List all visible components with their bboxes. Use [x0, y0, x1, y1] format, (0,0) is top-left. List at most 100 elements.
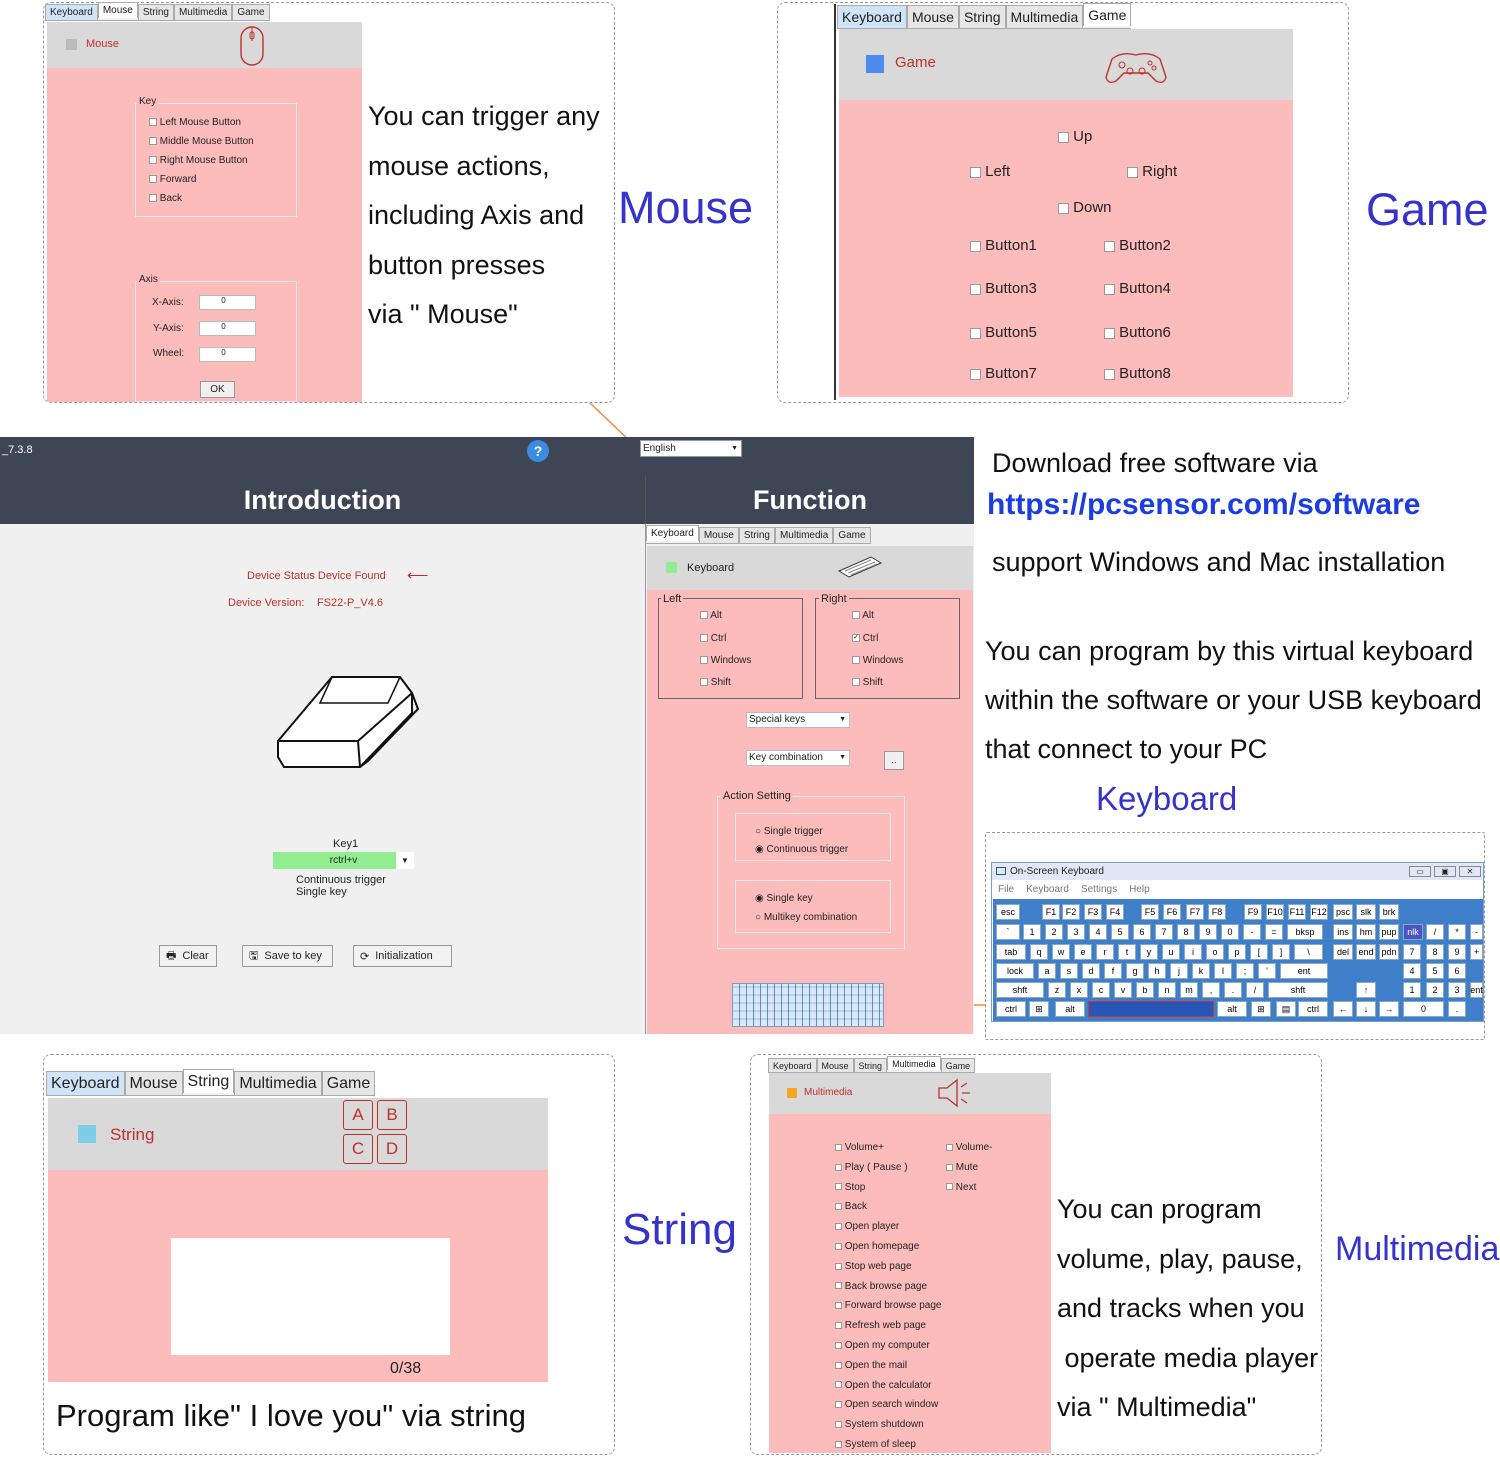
osk-key[interactable]: 5: [1426, 963, 1444, 979]
osk-key[interactable]: ;: [1236, 963, 1254, 979]
multimedia-option[interactable]: Open search window: [835, 1399, 938, 1410]
multikey-combination-radio[interactable]: ○ Multikey combination: [755, 912, 857, 923]
osk-key[interactable]: 1: [1403, 982, 1421, 998]
menu-keyboard[interactable]: Keyboard: [1026, 884, 1069, 895]
single-trigger-radio[interactable]: ○ Single trigger: [755, 826, 823, 837]
osk-key[interactable]: /: [1246, 982, 1264, 998]
tab-multimedia[interactable]: Multimedia: [774, 527, 834, 543]
left-alt-checkbox[interactable]: Alt: [700, 610, 722, 621]
osk-key[interactable]: 3: [1067, 924, 1085, 940]
osk-key[interactable]: brk: [1379, 904, 1399, 920]
osk-key[interactable]: 8: [1426, 944, 1444, 960]
osk-key[interactable]: =: [1265, 924, 1283, 940]
single-key-radio[interactable]: ◉ Single key: [755, 893, 813, 904]
osk-key[interactable]: w: [1052, 944, 1070, 960]
osk-key[interactable]: F9: [1244, 904, 1262, 920]
maximize-button[interactable]: ▣: [1434, 866, 1456, 877]
osk-key[interactable]: hm: [1356, 924, 1376, 940]
osk-key[interactable]: F3: [1084, 904, 1102, 920]
multimedia-option[interactable]: Volume+: [835, 1142, 884, 1153]
multimedia-option[interactable]: System of sleep: [835, 1439, 916, 1450]
language-select[interactable]: English ▼: [640, 440, 742, 457]
left-shift-checkbox[interactable]: Shift: [700, 677, 731, 688]
osk-key[interactable]: l: [1214, 963, 1232, 979]
initialization-button[interactable]: ⟳ Initialization: [353, 945, 452, 967]
multimedia-option[interactable]: Forward browse page: [835, 1300, 942, 1311]
osk-key[interactable]: z: [1048, 982, 1066, 998]
osk-key[interactable]: tab: [996, 944, 1026, 960]
osk-key[interactable]: b: [1136, 982, 1154, 998]
multimedia-option[interactable]: Open the calculator: [835, 1380, 932, 1391]
tab-multimedia[interactable]: Multimedia: [887, 1056, 941, 1070]
osk-key[interactable]: F5: [1141, 904, 1159, 920]
osk-key[interactable]: s: [1060, 963, 1078, 979]
tab-mouse[interactable]: Mouse: [816, 1058, 854, 1072]
osk-key[interactable]: psc: [1333, 904, 1353, 920]
osk-key[interactable]: a: [1038, 963, 1056, 979]
osk-key[interactable]: `: [996, 924, 1020, 940]
osk-key[interactable]: .: [1224, 982, 1242, 998]
osk-key[interactable]: i: [1184, 944, 1202, 960]
osk-key[interactable]: 4: [1089, 924, 1107, 940]
tab-keyboard[interactable]: Keyboard: [46, 1071, 125, 1095]
osk-key[interactable]: 7: [1403, 944, 1421, 960]
special-keys-select[interactable]: Special keys ▼: [746, 712, 850, 728]
tab-keyboard[interactable]: Keyboard: [768, 1058, 817, 1072]
osk-key[interactable]: F1: [1042, 904, 1060, 920]
osk-key[interactable]: ent: [1280, 963, 1328, 979]
osk-key[interactable]: ent: [1470, 982, 1483, 998]
osk-key[interactable]: ins: [1333, 924, 1353, 940]
multimedia-option[interactable]: Open player: [835, 1221, 899, 1232]
osk-key[interactable]: F6: [1163, 904, 1181, 920]
osk-key[interactable]: y: [1140, 944, 1158, 960]
osk-key[interactable]: del: [1333, 944, 1353, 960]
save-to-key-button[interactable]: 🖫 Save to key: [242, 945, 333, 967]
tab-keyboard[interactable]: Keyboard: [646, 525, 699, 541]
multimedia-option[interactable]: Refresh web page: [835, 1320, 926, 1331]
menu-icon[interactable]: ▤: [1276, 1001, 1296, 1017]
right-alt-checkbox[interactable]: Alt: [852, 610, 874, 621]
osk-key[interactable]: q: [1030, 944, 1048, 960]
osk-key[interactable]: -: [1243, 924, 1261, 940]
osk-key[interactable]: f: [1104, 963, 1122, 979]
multimedia-option[interactable]: Back: [835, 1201, 867, 1212]
osk-key[interactable]: o: [1206, 944, 1224, 960]
clear-button[interactable]: 🖶 Clear: [159, 945, 217, 967]
osk-key[interactable]: /: [1426, 924, 1444, 940]
close-button[interactable]: ✕: [1459, 866, 1481, 877]
osk-key[interactable]: pup: [1379, 924, 1399, 940]
multimedia-option[interactable]: Next: [946, 1182, 976, 1193]
osk-key[interactable]: \: [1294, 944, 1323, 960]
osk-key[interactable]: 9: [1448, 944, 1466, 960]
key1-select[interactable]: rctrl+v ▼: [273, 852, 414, 869]
osk-key[interactable]: u: [1162, 944, 1180, 960]
osk-key[interactable]: F10: [1266, 904, 1284, 920]
virtual-keyboard-thumbnail[interactable]: [732, 983, 884, 1027]
osk-key[interactable]: v: [1114, 982, 1132, 998]
osk-key[interactable]: ←: [1333, 1001, 1353, 1017]
download-link[interactable]: https://pcsensor.com/software: [987, 488, 1420, 522]
osk-key[interactable]: 2: [1426, 982, 1444, 998]
multimedia-option[interactable]: System shutdown: [835, 1419, 924, 1430]
left-windows-checkbox[interactable]: Windows: [700, 655, 751, 666]
osk-key[interactable]: ': [1258, 963, 1276, 979]
osk-key[interactable]: j: [1170, 963, 1188, 979]
osk-key[interactable]: bksp: [1287, 924, 1323, 940]
right-ctrl-checkbox[interactable]: ✓ Ctrl: [852, 633, 878, 644]
osk-key[interactable]: c: [1092, 982, 1110, 998]
osk-key[interactable]: +: [1470, 944, 1483, 960]
osk-key[interactable]: 1: [1023, 924, 1041, 940]
multimedia-option[interactable]: Mute: [946, 1162, 978, 1173]
osk-key[interactable]: shft: [996, 982, 1044, 998]
win-icon[interactable]: ⊞: [1251, 1001, 1271, 1017]
osk-key[interactable]: 9: [1199, 924, 1217, 940]
osk-key[interactable]: ctrl: [996, 1001, 1026, 1017]
multimedia-option[interactable]: Volume-: [946, 1142, 992, 1153]
multimedia-option[interactable]: Open my computer: [835, 1340, 930, 1351]
osk-key[interactable]: F7: [1186, 904, 1204, 920]
osk-key[interactable]: 5: [1111, 924, 1129, 940]
tab-game[interactable]: Game: [321, 1071, 376, 1095]
osk-key[interactable]: ]: [1272, 944, 1290, 960]
multimedia-option[interactable]: Stop: [835, 1182, 865, 1193]
right-shift-checkbox[interactable]: Shift: [852, 677, 883, 688]
